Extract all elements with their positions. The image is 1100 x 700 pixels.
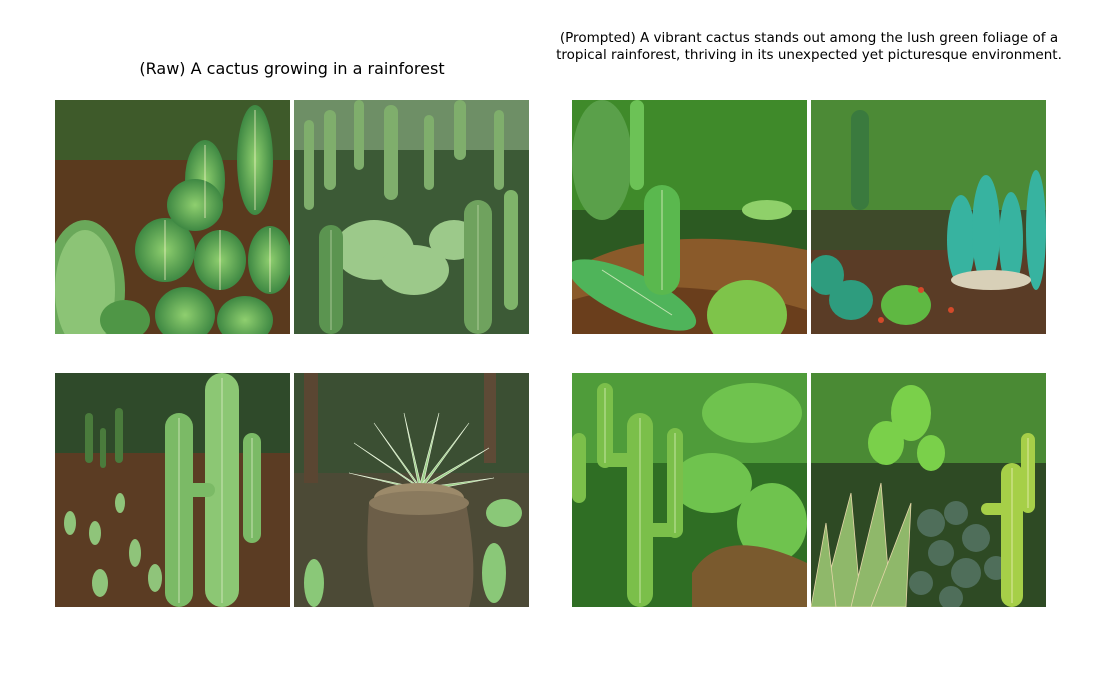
image-raw-1 xyxy=(55,100,290,334)
right-panel-title: (Prompted) A vibrant cactus stands out a… xyxy=(556,30,1062,63)
cactus-field-photo xyxy=(294,100,529,334)
agave-stump-photo xyxy=(294,373,529,607)
image-raw-2 xyxy=(294,100,529,334)
succulent-garden-photo xyxy=(811,100,1046,334)
tall-cactus-dirt-photo xyxy=(55,373,290,607)
image-prompted-2 xyxy=(811,100,1046,334)
cactus-hillside-photo xyxy=(572,100,807,334)
prickly-pear-rocks-photo xyxy=(811,373,1046,607)
image-prompted-3 xyxy=(572,373,807,607)
image-prompted-1 xyxy=(572,100,807,334)
saguaro-jungle-photo xyxy=(572,373,807,607)
image-raw-3 xyxy=(55,373,290,607)
left-panel-title: (Raw) A cactus growing in a rainforest xyxy=(139,59,445,78)
image-raw-4 xyxy=(294,373,529,607)
image-prompted-4 xyxy=(811,373,1046,607)
cactus-closeup-photo xyxy=(55,100,290,334)
